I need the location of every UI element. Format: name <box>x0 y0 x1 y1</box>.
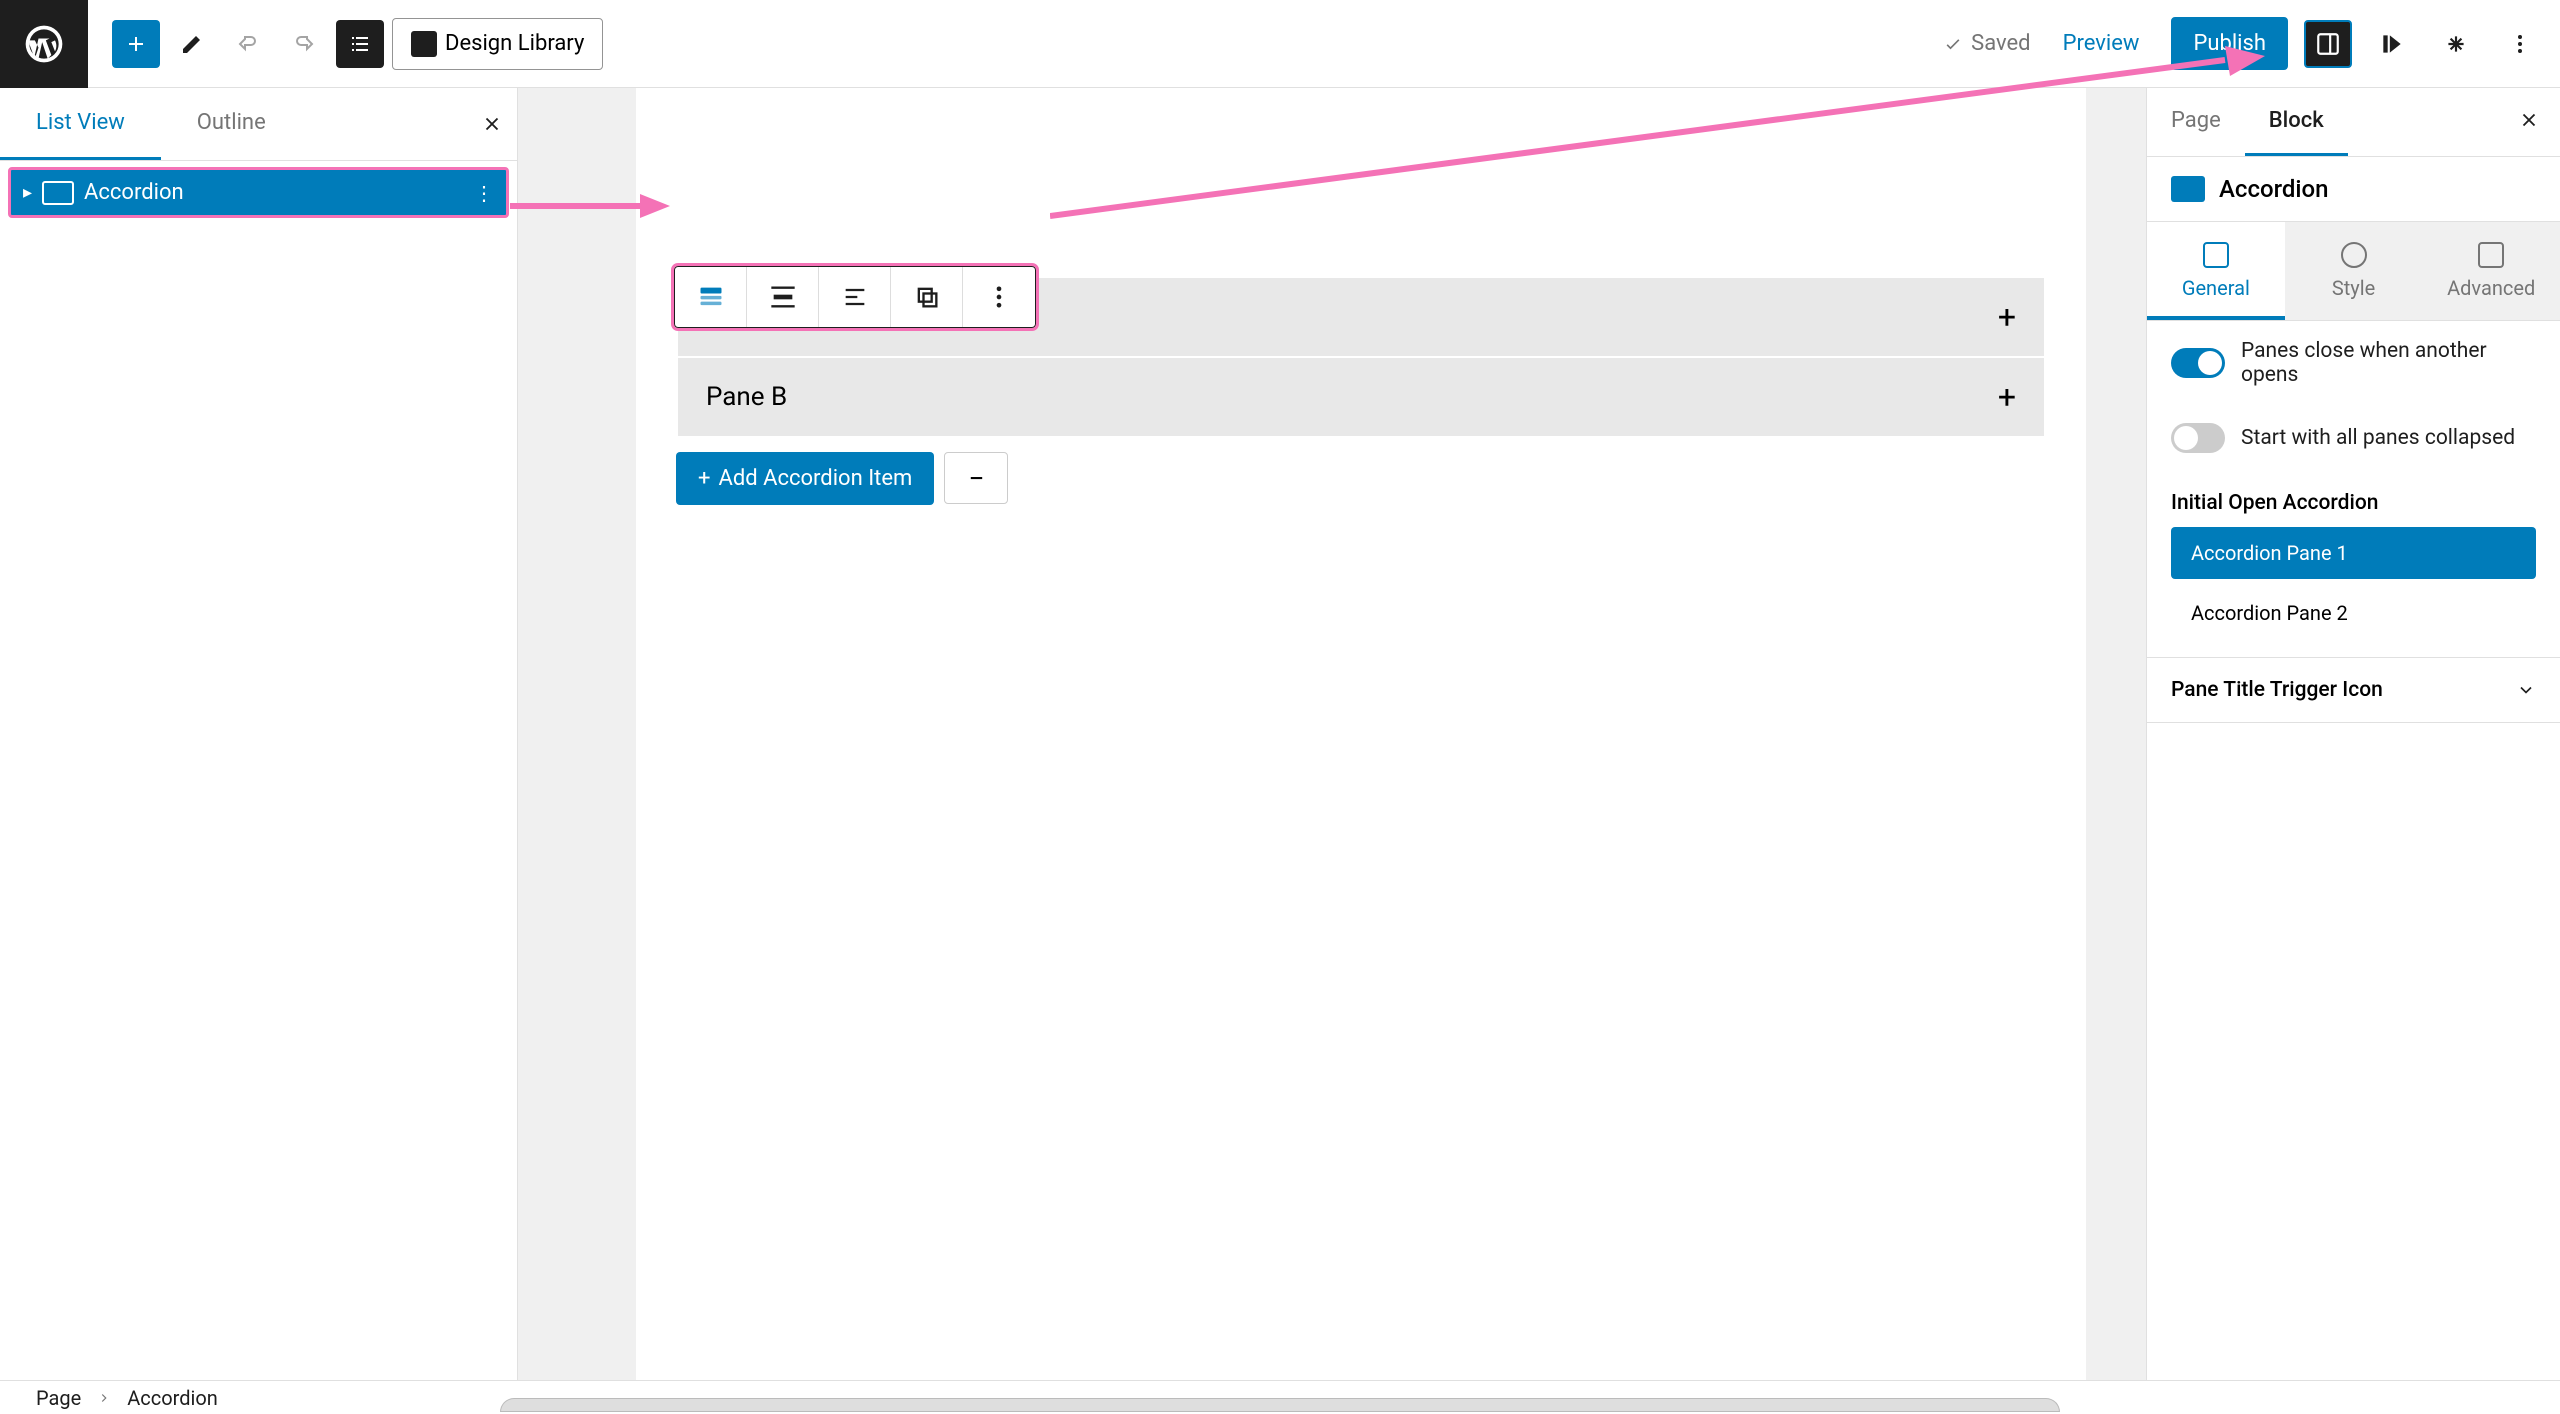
chevron-down-icon <box>2516 680 2536 700</box>
subtab-general-label: General <box>2182 276 2250 300</box>
left-panel-tabs: List View Outline <box>0 88 517 161</box>
accordion-block-icon <box>42 181 74 205</box>
align-button[interactable] <box>747 267 819 327</box>
tab-list-view[interactable]: List View <box>0 88 161 160</box>
copy-icon <box>913 283 941 311</box>
listview-toggle-button[interactable] <box>336 20 384 68</box>
design-library-label: Design Library <box>445 31 584 56</box>
add-item-label: Add Accordion Item <box>718 466 912 491</box>
design-library-icon <box>411 31 437 57</box>
check-icon <box>1943 34 1963 54</box>
breadcrumb-page[interactable]: Page <box>36 1386 81 1410</box>
remove-item-button[interactable]: − <box>944 452 1008 504</box>
advanced-icon <box>2478 242 2504 268</box>
toggle-start-collapsed-label: Start with all panes collapsed <box>2241 426 2515 450</box>
wordpress-icon <box>22 22 66 66</box>
block-subtabs: General Style Advanced <box>2147 222 2560 321</box>
settings-panel-icon <box>2315 31 2341 57</box>
toggle-panes-close: Panes close when another opens <box>2147 321 2560 405</box>
top-toolbar: Design Library Saved Preview Publish <box>0 0 2560 88</box>
redo-button[interactable] <box>280 20 328 68</box>
accordion-block-icon <box>697 283 725 311</box>
align-icon <box>769 283 797 311</box>
pane-title-trigger-label: Pane Title Trigger Icon <box>2171 678 2383 702</box>
block-more-button[interactable] <box>963 267 1035 327</box>
ai-icon <box>2443 31 2469 57</box>
subtab-style-label: Style <box>2332 276 2375 300</box>
tools-button[interactable] <box>168 20 216 68</box>
preview-link[interactable]: Preview <box>2047 21 2156 66</box>
plus-icon: + <box>1998 378 2016 416</box>
more-options-button[interactable] <box>2496 20 2544 68</box>
plus-icon <box>124 32 148 56</box>
accordion-block-icon <box>2171 176 2205 202</box>
subtab-advanced[interactable]: Advanced <box>2422 222 2560 320</box>
general-icon <box>2203 242 2229 268</box>
style-icon <box>2341 242 2367 268</box>
close-right-panel-button[interactable] <box>2498 109 2560 135</box>
right-panel-tabs: Page Block <box>2147 88 2560 157</box>
plus-icon: + <box>1998 298 2016 336</box>
listview-icon <box>348 32 372 56</box>
breadcrumb-current[interactable]: Accordion <box>127 1386 218 1410</box>
add-accordion-item-button[interactable]: + Add Accordion Item <box>676 452 934 505</box>
right-panel: Page Block Accordion General Style Advan… <box>2146 88 2560 1380</box>
tab-page[interactable]: Page <box>2147 88 2245 156</box>
close-icon <box>2518 109 2540 131</box>
redo-icon <box>292 32 316 56</box>
add-item-row: + Add Accordion Item − <box>676 452 2046 505</box>
tree-item-accordion[interactable]: ▸ Accordion ⋮ <box>8 167 509 218</box>
initial-open-options: Accordion Pane 1 Accordion Pane 2 <box>2147 527 2560 657</box>
wordpress-logo[interactable] <box>0 0 88 88</box>
toggle-start-collapsed: Start with all panes collapsed <box>2147 405 2560 471</box>
subtab-general[interactable]: General <box>2147 222 2285 320</box>
chevron-right-icon <box>97 1391 111 1405</box>
toggle-panes-close-label: Panes close when another opens <box>2241 339 2536 387</box>
kadence-icon <box>2379 31 2405 57</box>
undo-icon <box>236 32 260 56</box>
ai-button[interactable] <box>2432 20 2480 68</box>
plus-icon: + <box>698 466 710 491</box>
text-align-icon <box>841 283 869 311</box>
tab-block[interactable]: Block <box>2245 88 2348 156</box>
more-vertical-icon <box>985 283 1013 311</box>
pane-b[interactable]: Pane B + <box>678 358 2044 436</box>
pencil-icon <box>180 32 204 56</box>
text-align-button[interactable] <box>819 267 891 327</box>
more-vertical-icon <box>2508 32 2532 56</box>
pane-b-label: Pane B <box>706 382 787 412</box>
macos-dock <box>500 1398 2060 1412</box>
option-pane-1[interactable]: Accordion Pane 1 <box>2171 527 2536 579</box>
close-left-panel-button[interactable] <box>467 88 517 160</box>
tree-item-label: Accordion <box>84 180 464 205</box>
block-type-button[interactable] <box>675 267 747 327</box>
editor-canvas: Accordion Block Pane A + Pane B + + Add … <box>518 88 2146 1380</box>
toggle-panes-close-switch[interactable] <box>2171 348 2225 378</box>
chevron-right-icon: ▸ <box>23 182 32 203</box>
subtab-advanced-label: Advanced <box>2447 276 2535 300</box>
block-name-label: Accordion <box>2219 175 2328 203</box>
close-icon <box>481 113 503 135</box>
saved-label: Saved <box>1971 31 2030 56</box>
settings-toggle-button[interactable] <box>2304 20 2352 68</box>
kadence-button[interactable] <box>2368 20 2416 68</box>
block-toolbar <box>674 266 1036 328</box>
add-block-button[interactable] <box>112 20 160 68</box>
option-pane-2[interactable]: Accordion Pane 2 <box>2171 587 2536 639</box>
undo-button[interactable] <box>224 20 272 68</box>
tree-item-more-button[interactable]: ⋮ <box>474 181 494 205</box>
saved-status: Saved <box>1943 31 2030 56</box>
toolbar-right-group: Saved Preview Publish <box>1943 17 2544 70</box>
pane-title-trigger-section[interactable]: Pane Title Trigger Icon <box>2147 657 2560 723</box>
toggle-start-collapsed-switch[interactable] <box>2171 423 2225 453</box>
copy-styles-button[interactable] <box>891 267 963 327</box>
block-header: Accordion <box>2147 157 2560 222</box>
initial-open-header: Initial Open Accordion <box>2147 471 2560 527</box>
subtab-style[interactable]: Style <box>2285 222 2423 320</box>
tab-outline[interactable]: Outline <box>161 88 302 160</box>
left-panel: List View Outline ▸ Accordion ⋮ <box>0 88 518 1380</box>
toolbar-left-group: Design Library <box>88 18 603 70</box>
design-library-button[interactable]: Design Library <box>392 18 603 70</box>
publish-button[interactable]: Publish <box>2171 17 2288 70</box>
